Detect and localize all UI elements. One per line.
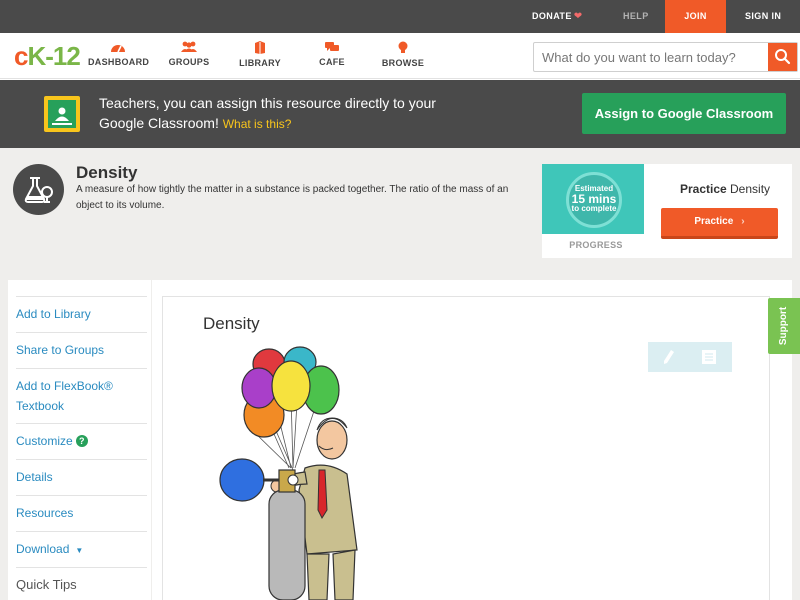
nav-groups-label: GROUPS xyxy=(168,57,210,67)
customize-label: Customize xyxy=(16,434,73,448)
classroom-banner: Teachers, you can assign this resource d… xyxy=(0,80,800,148)
help-icon[interactable]: ? xyxy=(75,435,88,447)
nav-browse[interactable]: BROWSE xyxy=(380,41,426,68)
practice-button-label: Practice xyxy=(694,216,734,227)
banner-message: Teachers, you can assign this resource d… xyxy=(99,93,459,134)
flask-icon xyxy=(13,164,64,215)
content-title: Density xyxy=(203,314,260,333)
nav-dashboard-label: DASHBOARD xyxy=(88,57,150,67)
search-box xyxy=(533,42,798,72)
nav-cafe-label: CAFE xyxy=(319,57,345,67)
ck12-logo[interactable]: cK-12 xyxy=(14,41,81,72)
library-icon xyxy=(255,41,265,54)
assign-to-classroom-button[interactable]: Assign to Google Classroom xyxy=(582,93,786,134)
donate-label: DONATE xyxy=(532,11,572,21)
quick-tips-heading: Quick Tips xyxy=(16,567,147,595)
textbook-label: Textbook xyxy=(16,399,65,413)
search-input[interactable] xyxy=(542,43,767,71)
top-bar: DONATE ❤ HELP JOIN SIGN IN xyxy=(0,0,800,33)
browse-icon xyxy=(398,41,408,53)
main-area: Add to Library Share to Groups Add to Fl… xyxy=(0,270,800,600)
logo-k: K xyxy=(27,41,46,71)
groups-icon xyxy=(181,41,197,52)
concept-description: A measure of how tightly the matter in a… xyxy=(76,184,509,211)
heart-icon: ❤ xyxy=(573,11,583,22)
concept-header: Density A measure of how tightly the mat… xyxy=(0,148,800,270)
cafe-icon xyxy=(325,42,339,51)
practice-estimate-badge: Estimated 15 mins to complete xyxy=(542,164,644,234)
practice-title-rest: Density xyxy=(730,182,771,196)
sidebar-item-share-to-groups[interactable]: Share to Groups xyxy=(16,332,147,360)
sidebar-item-add-to-library[interactable]: Add to Library xyxy=(16,296,147,324)
donate-link[interactable]: DONATE ❤ xyxy=(532,0,583,33)
dashboard-icon xyxy=(111,45,125,53)
nav-library-label: LIBRARY xyxy=(239,58,281,68)
content-tools xyxy=(648,342,732,372)
sidebar: Add to Library Share to Groups Add to Fl… xyxy=(8,280,151,600)
pencil-icon[interactable] xyxy=(662,349,676,365)
search-icon xyxy=(775,49,791,65)
nav-groups[interactable]: GROUPS xyxy=(166,41,212,67)
signin-link[interactable]: SIGN IN xyxy=(745,0,781,33)
sidebar-item-add-to-flexbook[interactable]: Add to FlexBook® Textbook xyxy=(16,368,147,416)
logo-c: c xyxy=(14,41,29,71)
progress-label: PROGRESS xyxy=(569,240,623,250)
estimate-mins: 15 mins xyxy=(571,192,617,206)
sidebar-item-customize[interactable]: Customize? xyxy=(16,423,147,451)
support-tab[interactable]: Support xyxy=(768,298,800,354)
notes-icon[interactable] xyxy=(702,350,716,364)
google-classroom-icon xyxy=(44,96,80,132)
chevron-right-icon: › xyxy=(741,216,745,227)
help-link[interactable]: HELP xyxy=(623,0,649,33)
concept-title: Density xyxy=(76,163,138,182)
nav-browse-label: BROWSE xyxy=(381,58,425,68)
nav-cafe[interactable]: CAFE xyxy=(316,41,348,67)
balloon-man-illustration xyxy=(219,346,358,600)
nav-library[interactable]: LIBRARY xyxy=(238,41,282,68)
flexbook-label: Add to FlexBook® xyxy=(16,379,113,393)
nav-dashboard[interactable]: DASHBOARD xyxy=(88,41,150,67)
estimate-complete: to complete xyxy=(571,204,617,213)
practice-title-bold: Practice xyxy=(679,182,727,196)
practice-title: Practice Density xyxy=(660,182,790,196)
logo-12: -12 xyxy=(45,41,81,71)
practice-card: Estimated 15 mins to complete PROGRESS P… xyxy=(542,164,792,258)
practice-button[interactable]: Practice › xyxy=(661,208,778,239)
what-is-this-link[interactable]: What is this? xyxy=(223,117,292,131)
support-label: Support xyxy=(778,306,789,346)
estimate-text: Estimated 15 mins to complete xyxy=(566,184,622,214)
download-label: Download xyxy=(16,542,70,556)
search-button[interactable] xyxy=(768,43,797,71)
sidebar-item-details[interactable]: Details xyxy=(16,459,147,487)
caret-down-icon: ▼ xyxy=(75,546,84,555)
sidebar-item-resources[interactable]: Resources xyxy=(16,495,147,523)
main-nav: cK-12 DASHBOARD GROUPS LIBRARY CAFE BROW… xyxy=(0,33,800,79)
join-button[interactable]: JOIN xyxy=(665,0,726,33)
sidebar-item-download[interactable]: Download ▼ xyxy=(16,531,147,561)
